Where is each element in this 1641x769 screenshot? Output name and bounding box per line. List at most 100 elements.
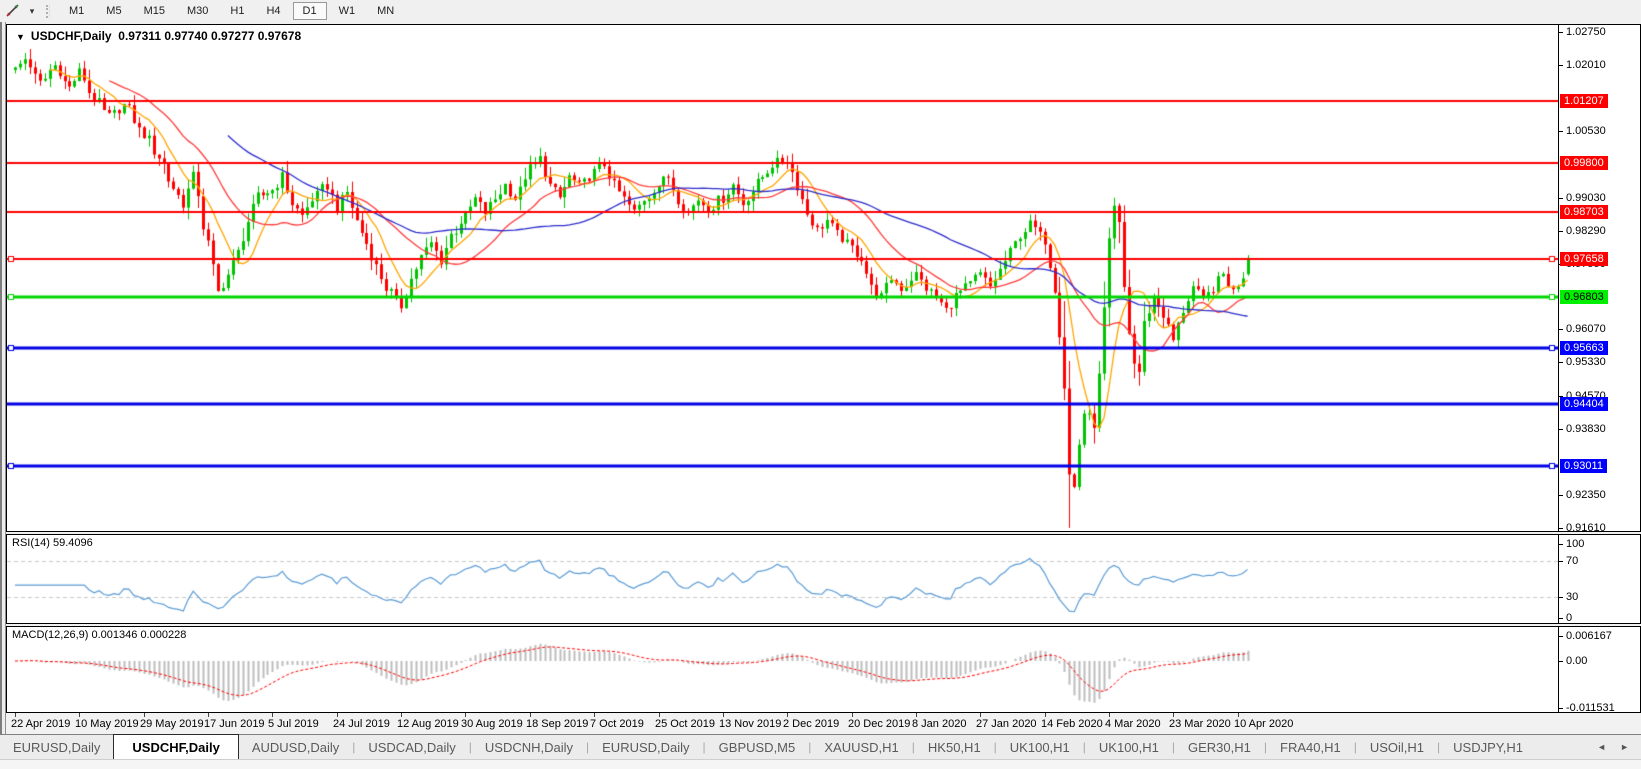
date-tick-mark xyxy=(723,713,724,717)
tab-usdchf-daily[interactable]: USDCHF,Daily xyxy=(113,734,239,759)
tab-eurusd-daily[interactable]: EURUSD,Daily xyxy=(0,735,113,759)
macd-chart-canvas[interactable] xyxy=(7,627,1558,712)
rsi-axis[interactable]: 100 70 30 0 xyxy=(1558,535,1640,623)
tab-nav: ◄ ► xyxy=(1585,735,1641,759)
price-tick-label: 0.93830 xyxy=(1566,423,1606,435)
date-tick-mark xyxy=(852,713,853,717)
rsi-value: 59.4096 xyxy=(52,537,93,549)
macd-tick-label: 0.006167 xyxy=(1566,630,1612,642)
date-label: 23 Mar 2020 xyxy=(1169,718,1231,730)
date-label: 10 Apr 2020 xyxy=(1234,718,1294,730)
date-label: 27 Jan 2020 xyxy=(976,718,1037,730)
top-toolbar: ▾ M1 M5 M15 M30 H1 H4 D1 W1 MN xyxy=(0,0,1641,22)
tab-audusd-daily[interactable]: AUDUSD,Daily xyxy=(239,735,352,759)
crosshair-tool-icon[interactable] xyxy=(2,2,24,20)
tab-gbpusd-m5[interactable]: GBPUSD,M5 xyxy=(706,735,809,759)
price-tick-mark xyxy=(1559,528,1563,529)
tab-xauusd-h1[interactable]: XAUUSD,H1 xyxy=(811,735,911,759)
date-label: 20 Dec 2019 xyxy=(848,718,911,730)
tool-dropdown-icon[interactable]: ▾ xyxy=(24,2,40,20)
price-tick-mark xyxy=(1559,429,1563,430)
date-label: 17 Jun 2019 xyxy=(204,718,265,730)
rsi-tick-mark xyxy=(1559,561,1563,562)
tab-scroll-right-icon[interactable]: ► xyxy=(1620,742,1629,752)
price-tick-mark xyxy=(1559,32,1563,33)
price-tick-label: 0.95330 xyxy=(1566,356,1606,368)
price-tick-mark xyxy=(1559,198,1563,199)
tab-uk100-h1[interactable]: UK100,H1 xyxy=(997,735,1083,759)
date-label: 7 Oct 2019 xyxy=(590,718,644,730)
date-tick-mark xyxy=(465,713,466,717)
date-label: 10 May 2019 xyxy=(75,718,139,730)
date-label: 4 Mar 2020 xyxy=(1105,718,1161,730)
bottom-strip xyxy=(0,759,1641,769)
date-tick-mark xyxy=(1109,713,1110,717)
timeframe-button-m30[interactable]: M30 xyxy=(177,2,218,20)
timeframe-button-m1[interactable]: M1 xyxy=(59,2,94,20)
tab-fra40-h1[interactable]: FRA40,H1 xyxy=(1267,735,1354,759)
macd-tick-label: -0.011531 xyxy=(1566,702,1615,712)
date-label: 2 Dec 2019 xyxy=(783,718,840,730)
rsi-chart-canvas[interactable] xyxy=(7,535,1558,623)
price-line-label[interactable]: 1.01207 xyxy=(1560,94,1608,108)
date-label: 13 Nov 2019 xyxy=(719,718,782,730)
date-tick-mark xyxy=(1238,713,1239,717)
tab-usdcnh-daily[interactable]: USDCNH,Daily xyxy=(472,735,586,759)
timeframe-button-m15[interactable]: M15 xyxy=(134,2,175,20)
macd-label: MACD(12,26,9) 0.001346 0.000228 xyxy=(12,629,187,641)
price-line-label[interactable]: 0.94404 xyxy=(1560,397,1608,411)
price-line-label[interactable]: 0.93011 xyxy=(1560,459,1607,473)
date-tick-mark xyxy=(980,713,981,717)
date-tick-mark xyxy=(79,713,80,717)
tab-usdjpy-h1[interactable]: USDJPY,H1 xyxy=(1440,735,1536,759)
date-tick-mark xyxy=(15,713,16,717)
rsi-label: RSI(14) 59.4096 xyxy=(12,537,93,549)
tab-scroll-left-icon[interactable]: ◄ xyxy=(1597,742,1606,752)
date-tick-mark xyxy=(144,713,145,717)
tab-usdcad-daily[interactable]: USDCAD,Daily xyxy=(355,735,468,759)
price-line-label[interactable]: 0.99800 xyxy=(1560,156,1608,170)
date-label: 5 Jul 2019 xyxy=(268,718,319,730)
price-tick-mark xyxy=(1559,131,1563,132)
price-tick-mark xyxy=(1559,495,1563,496)
price-chart-canvas[interactable] xyxy=(7,25,1558,531)
toolbar-grip[interactable] xyxy=(46,4,50,18)
rsi-tick-label: 100 xyxy=(1566,538,1585,550)
price-line-label[interactable]: 0.95663 xyxy=(1560,341,1608,355)
tab-hk50-h1[interactable]: HK50,H1 xyxy=(915,735,994,759)
chart-dropdown-icon[interactable]: ▼ xyxy=(16,32,25,42)
price-tick-label: 1.02010 xyxy=(1566,59,1606,71)
date-label: 18 Sep 2019 xyxy=(526,718,589,730)
timeframe-button-h1[interactable]: H1 xyxy=(220,2,254,20)
price-line-label[interactable]: 0.98703 xyxy=(1560,205,1608,219)
macd-axis[interactable]: 0.006167 0.00 -0.011531 xyxy=(1558,627,1640,712)
chart-symbol-period: USDCHF,Daily xyxy=(30,29,112,43)
date-label: 14 Feb 2020 xyxy=(1041,718,1103,730)
date-tick-mark xyxy=(659,713,660,717)
timeframe-button-mn[interactable]: MN xyxy=(367,2,404,20)
tab-eurusd-daily[interactable]: EURUSD,Daily xyxy=(589,735,702,759)
price-line-label[interactable]: 0.96803 xyxy=(1560,290,1608,304)
tab-usoil-h1[interactable]: USOil,H1 xyxy=(1357,735,1437,759)
price-chart-panel: ▼ USDCHF,Daily 0.97311 0.97740 0.97277 0.… xyxy=(6,24,1641,532)
rsi-tick-mark xyxy=(1559,618,1563,619)
date-label: 12 Aug 2019 xyxy=(397,718,459,730)
date-tick-mark xyxy=(787,713,788,717)
tab-uk100-h1[interactable]: UK100,H1 xyxy=(1086,735,1172,759)
rsi-tick-mark xyxy=(1559,597,1563,598)
macd-tick-label: 0.00 xyxy=(1566,655,1588,667)
date-tick-mark xyxy=(1173,713,1174,717)
price-tick-label: 0.91610 xyxy=(1566,522,1606,531)
timeframe-button-h4[interactable]: H4 xyxy=(256,2,290,20)
tab-ger30-h1[interactable]: GER30,H1 xyxy=(1175,735,1264,759)
date-axis[interactable]: 22 Apr 2019 10 May 2019 29 May 2019 17 Jun … xyxy=(6,713,1641,734)
date-tick-mark xyxy=(337,713,338,717)
macd-signal-value: 0.000228 xyxy=(140,629,187,641)
date-label: 30 Aug 2019 xyxy=(461,718,523,730)
price-axis[interactable]: 1.027501.020101.005300.990300.982900.975… xyxy=(1558,25,1640,531)
timeframe-button-w1[interactable]: W1 xyxy=(329,2,366,20)
timeframe-button-d1[interactable]: D1 xyxy=(292,2,327,20)
price-line-label[interactable]: 0.97658 xyxy=(1560,252,1608,266)
timeframe-button-m5[interactable]: M5 xyxy=(96,2,131,20)
date-label: 25 Oct 2019 xyxy=(655,718,715,730)
